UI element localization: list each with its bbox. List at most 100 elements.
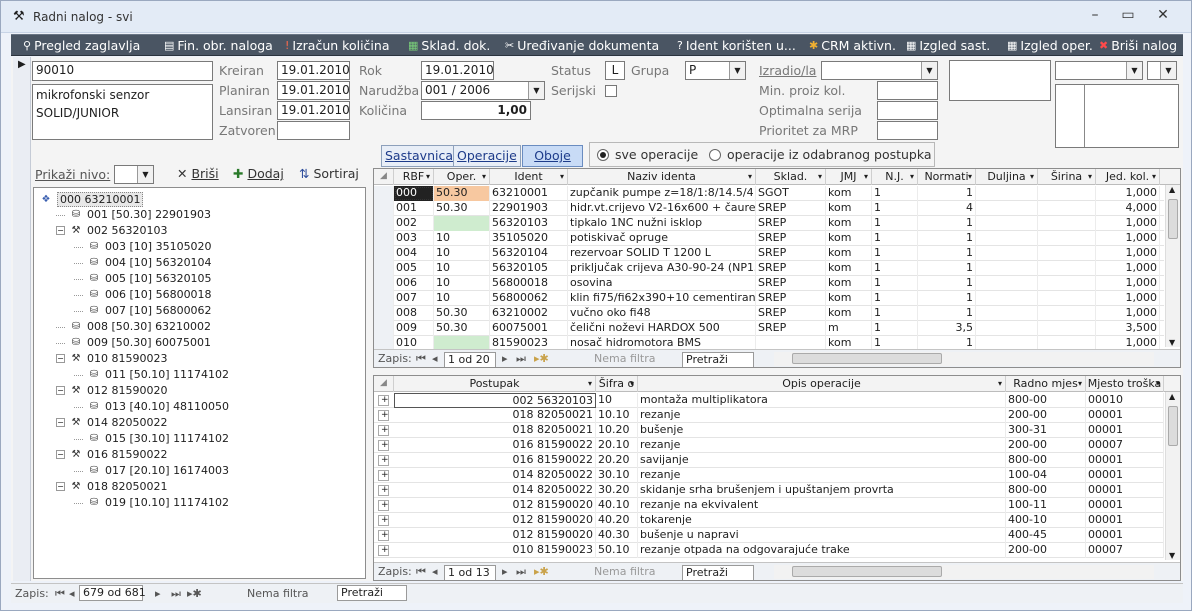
next-record-icon[interactable]: ▸ xyxy=(502,565,508,578)
table-cell[interactable] xyxy=(976,216,1038,231)
vertical-scrollbar[interactable]: ▲ ▼ xyxy=(1165,185,1180,347)
new-record-icon[interactable]: ▸✱ xyxy=(187,587,202,600)
table-cell[interactable]: 00010 xyxy=(1086,393,1164,408)
table-cell[interactable]: priključak crijeva A30-90-24 (NP13) xyxy=(568,261,756,276)
bom-tree[interactable]: ❖ 000 63210001 ⛁ 001 [50.30] 22901903− ⚒ 002 … xyxy=(33,187,366,579)
scroll-up-icon[interactable]: ▲ xyxy=(1169,392,1175,401)
table-cell[interactable]: 016 81590022 xyxy=(394,438,596,453)
next-record-icon[interactable]: ▸ xyxy=(155,587,161,600)
table-cell[interactable]: 00007 xyxy=(1086,438,1164,453)
tree-expander[interactable] xyxy=(56,342,65,344)
table-cell[interactable]: 50.10 xyxy=(596,543,638,558)
table-cell[interactable]: 1,000 xyxy=(1096,291,1160,306)
table-cell[interactable] xyxy=(434,216,490,231)
radio-odabrani-postupak[interactable] xyxy=(709,149,721,161)
table-row[interactable]: +016 81590022 20.10 rezanje 200-00 00007 xyxy=(374,438,1164,453)
column-header[interactable]: Oper. ▾ xyxy=(434,169,490,185)
table-cell[interactable]: osovina xyxy=(568,276,756,291)
table-cell[interactable]: SREP xyxy=(756,201,826,216)
table-cell[interactable]: 009 xyxy=(394,321,434,336)
row-selector[interactable] xyxy=(374,276,394,291)
table-cell[interactable] xyxy=(1038,216,1096,231)
row-selector[interactable]: + xyxy=(378,395,389,406)
table-cell[interactable]: 00001 xyxy=(1086,528,1164,543)
table-cell[interactable]: 1,000 xyxy=(1096,306,1160,321)
table-cell[interactable]: 1 xyxy=(872,276,918,291)
table-cell[interactable]: 00007 xyxy=(1086,543,1164,558)
column-header[interactable]: Opis operacije ▾ xyxy=(638,376,1006,392)
select-all-corner[interactable]: ◢ xyxy=(374,169,394,185)
tree-node[interactable]: − ⚒ 018 82050021 xyxy=(56,480,167,493)
table-cell[interactable]: SGOT xyxy=(756,186,826,201)
notes-box[interactable] xyxy=(949,60,1051,101)
zatvoren-field[interactable] xyxy=(277,121,350,140)
minimize-button[interactable]: – xyxy=(1085,7,1105,23)
table-cell[interactable]: vučno oko fi48 xyxy=(568,306,756,321)
row-selector[interactable]: + xyxy=(378,425,389,436)
tree-expander[interactable] xyxy=(74,246,83,248)
tree-expander[interactable] xyxy=(74,406,83,408)
table-cell[interactable]: 016 81590022 xyxy=(394,453,596,468)
first-record-icon[interactable]: ⏮ xyxy=(416,565,426,579)
table-cell[interactable]: 008 xyxy=(394,306,434,321)
tree-sort-button[interactable]: ⇅ Sortiraj xyxy=(299,166,359,181)
chevron-down-icon[interactable]: ▾ xyxy=(630,376,634,391)
table-cell[interactable]: 012 81590020 xyxy=(394,513,596,528)
table-cell[interactable]: 1 xyxy=(918,276,976,291)
tree-node[interactable]: − ⚒ 010 81590023 xyxy=(56,352,167,365)
tree-expander[interactable] xyxy=(74,438,83,440)
chevron-down-icon[interactable]: ▾ xyxy=(864,169,868,184)
scroll-thumb[interactable] xyxy=(1168,199,1178,239)
table-cell[interactable]: 1 xyxy=(918,306,976,321)
table-cell[interactable]: 50.30 xyxy=(434,201,490,216)
tree-node[interactable]: ⛁ 004 [10] 56320104 xyxy=(74,256,212,269)
table-cell[interactable] xyxy=(976,201,1038,216)
scroll-thumb[interactable] xyxy=(1168,406,1178,446)
tree-node[interactable]: ❖ 000 63210001 xyxy=(38,192,144,207)
table-cell[interactable]: 1 xyxy=(918,216,976,231)
chevron-down-icon[interactable]: ▾ xyxy=(560,169,564,184)
row-selector[interactable]: + xyxy=(378,470,389,481)
table-row[interactable]: +012 81590020 40.20 tokarenje 400-10 00001 xyxy=(374,513,1164,528)
table-cell[interactable]: kom xyxy=(826,216,872,231)
select-all-corner[interactable]: ◢ xyxy=(374,376,394,392)
chevron-down-icon[interactable]: ▾ xyxy=(968,169,972,184)
table-cell[interactable]: 4 xyxy=(918,201,976,216)
table-cell[interactable]: 35105020 xyxy=(490,231,568,246)
table-cell[interactable]: 100-11 xyxy=(1006,498,1086,513)
table-cell[interactable] xyxy=(1038,321,1096,336)
chevron-down-icon[interactable]: ▾ xyxy=(818,169,822,184)
table-cell[interactable]: rezanje otpada na odgovarajuće trake xyxy=(638,543,1006,558)
tree-node[interactable]: ⛁ 006 [10] 56800018 xyxy=(74,288,212,301)
table-cell[interactable]: kom xyxy=(826,201,872,216)
toolbar-button-0[interactable]: ⚲ Pregled zaglavlja xyxy=(23,38,140,53)
table-row[interactable]: +002 56320103 10 montaža multiplikatora 800… xyxy=(374,393,1164,408)
tree-node[interactable]: − ⚒ 014 82050022 xyxy=(56,416,167,429)
tree-expander[interactable]: − xyxy=(56,482,65,491)
table-cell[interactable]: 40.30 xyxy=(596,528,638,543)
table-cell[interactable]: 00001 xyxy=(1086,468,1164,483)
kreiran-field[interactable]: 19.01.2010 xyxy=(277,61,350,80)
tree-expander[interactable] xyxy=(74,278,83,280)
row-selector[interactable] xyxy=(374,216,394,231)
table-cell[interactable] xyxy=(1038,261,1096,276)
first-record-icon[interactable]: ⏮ xyxy=(55,587,65,601)
horizontal-scrollbar[interactable] xyxy=(774,352,1154,366)
lansiran-field[interactable]: 19.01.2010 xyxy=(277,101,350,120)
table-cell[interactable] xyxy=(976,231,1038,246)
components-grid[interactable]: ◢ RBF ▾ Oper. ▾ Ident ▾ Naziv identa ▾ Sklad. ▾ JMJ… xyxy=(373,168,1181,368)
row-selector[interactable] xyxy=(374,306,394,321)
table-row[interactable]: +014 82050022 30.20 skidanje srha brušenje… xyxy=(374,483,1164,498)
order-number-field[interactable]: 90010 xyxy=(32,61,213,81)
chevron-down-icon[interactable]: ▾ xyxy=(1088,169,1092,184)
table-cell[interactable]: 200-00 xyxy=(1006,543,1086,558)
table-cell[interactable]: rezervoar SOLID T 1200 L xyxy=(568,246,756,261)
column-header[interactable]: Šifra o ▾ xyxy=(596,376,638,392)
table-cell[interactable]: 012 81590020 xyxy=(394,498,596,513)
search-field[interactable]: Pretraži xyxy=(682,565,754,580)
chevron-down-icon[interactable]: ▼ xyxy=(1126,62,1142,79)
table-cell[interactable]: potiskivač opruge xyxy=(568,231,756,246)
table-cell[interactable]: 22901903 xyxy=(490,201,568,216)
row-selector[interactable]: + xyxy=(378,545,389,556)
prev-record-icon[interactable]: ◂ xyxy=(69,587,75,600)
